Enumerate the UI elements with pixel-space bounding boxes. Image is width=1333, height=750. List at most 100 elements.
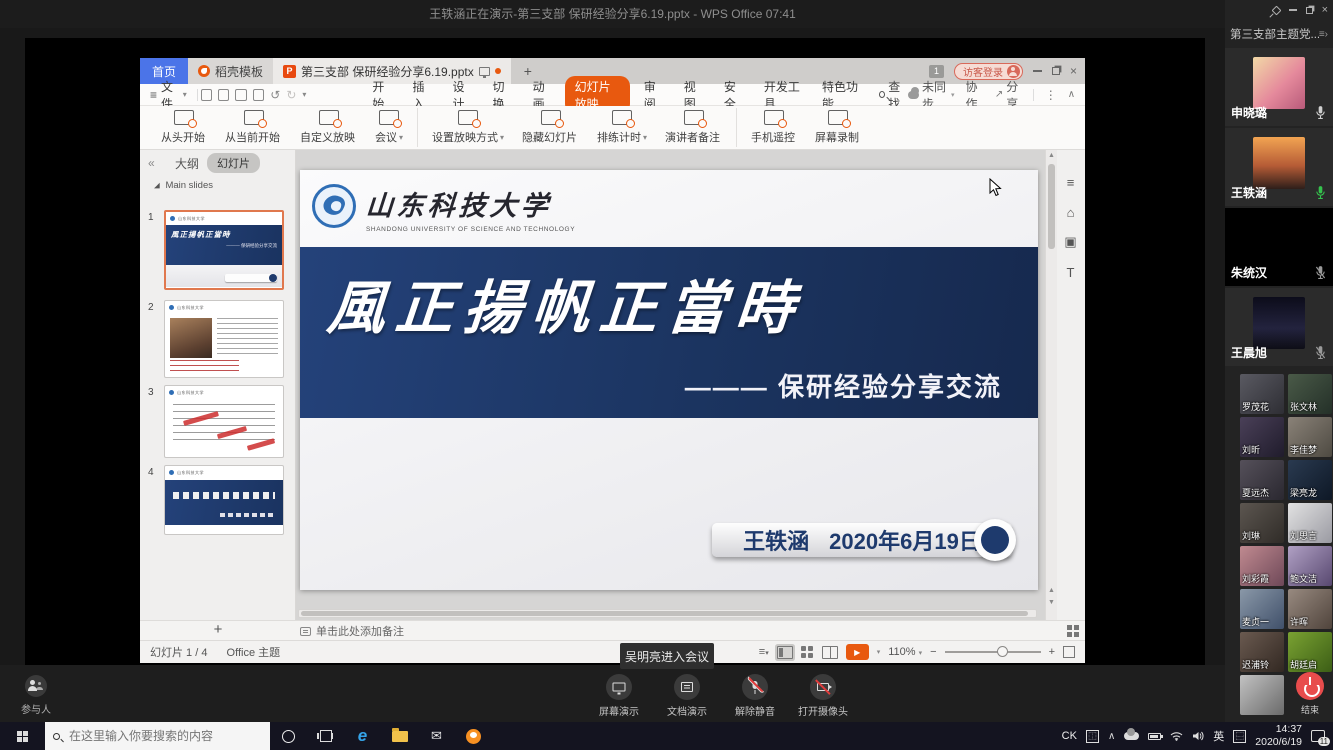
pane-layers-icon[interactable]: ▣ <box>1060 232 1081 252</box>
end-meeting-button[interactable]: 结束 <box>1288 672 1332 716</box>
participant-tile-small[interactable]: 刘琳 <box>1240 503 1284 543</box>
ribbon-button[interactable]: 从头开始 <box>152 108 216 147</box>
participant-tile[interactable]: 王轶涵 <box>1225 128 1333 206</box>
participant-tile[interactable]: 申晓璐 <box>1225 48 1333 126</box>
ribbon-button[interactable]: 从当前开始 <box>216 108 291 147</box>
notes-placeholder-area[interactable]: 单击此处添加备注 <box>300 621 404 641</box>
slide-thumbnail-4[interactable]: 4 山东科技大学 <box>164 465 284 535</box>
participant-tile-small[interactable]: 胡廷启 <box>1288 632 1332 672</box>
pane-text-icon[interactable]: T <box>1060 262 1081 282</box>
participant-tile-small[interactable]: 梁亮龙 <box>1288 460 1332 500</box>
scroll-up-icon[interactable]: ▲ <box>1046 152 1057 159</box>
zoom-level[interactable]: 110% ▾ <box>888 646 922 658</box>
ribbon-button[interactable]: 会议▾ <box>366 108 412 147</box>
undo-icon[interactable]: ↺ <box>270 88 280 102</box>
minimize-icon[interactable] <box>1033 70 1042 72</box>
volume-icon[interactable] <box>1192 731 1204 741</box>
ribbon-button[interactable]: 手机遥控 <box>736 108 806 147</box>
prev-slide-icon[interactable]: ▲ <box>1046 587 1057 594</box>
participant-tile[interactable]: 王晨旭 <box>1225 288 1333 366</box>
add-slide-button[interactable]: + <box>140 621 296 641</box>
fit-to-window-icon[interactable] <box>1063 646 1075 658</box>
zoom-in-button[interactable]: + <box>1049 646 1055 658</box>
start-button[interactable] <box>0 731 45 742</box>
collapse-list-icon[interactable]: ≡› <box>1319 29 1328 40</box>
battery-icon[interactable] <box>1148 733 1161 740</box>
participant-tile-small[interactable]: 李佳梦 <box>1288 417 1332 457</box>
meeting-control-button[interactable]: 打开摄像头 <box>796 674 850 718</box>
sidebar-restore-icon[interactable] <box>1306 7 1313 14</box>
slide-thumbnail-1[interactable]: 1 山东科技大学 風正揚帆正當時 ——— 保研经验分享交流 <box>164 210 284 290</box>
view-sorter-icon[interactable] <box>801 646 806 651</box>
zoom-slider-knob[interactable] <box>997 646 1008 657</box>
meeting-control-button[interactable]: 文档演示 <box>660 674 714 718</box>
next-slide-icon[interactable]: ▼ <box>1046 599 1057 606</box>
notes-toggle-icon[interactable]: ≡▾ <box>759 646 769 658</box>
redo-icon[interactable]: ↻ <box>286 88 296 102</box>
collapse-ribbon-icon[interactable]: ∧ <box>1068 89 1075 100</box>
participant-tile-small[interactable]: 刘彩霞 <box>1240 546 1284 586</box>
participant-tile-small[interactable]: 张文林 <box>1288 374 1332 414</box>
play-slideshow-button[interactable]: ▶ <box>846 644 869 660</box>
collapse-panel-icon[interactable]: « <box>148 156 155 170</box>
notification-center-icon[interactable]: 11 <box>1311 730 1325 742</box>
wifi-icon[interactable] <box>1170 731 1183 741</box>
participant-tile-small[interactable] <box>1240 675 1284 715</box>
view-normal-icon[interactable] <box>777 646 793 659</box>
ime-grid-icon[interactable]: ⿰ <box>1086 730 1099 743</box>
ribbon-button[interactable]: 演讲者备注 <box>656 108 731 147</box>
more-options-icon[interactable]: ⋮ <box>1045 88 1057 102</box>
ribbon-button[interactable]: 屏幕录制 <box>806 108 870 147</box>
ime-mode-icon[interactable]: ⿱ <box>1233 730 1246 743</box>
close-icon[interactable]: × <box>1070 65 1077 77</box>
zoom-out-button[interactable]: − <box>930 646 936 658</box>
meeting-control-button[interactable]: 屏幕演示 <box>592 674 646 718</box>
sidebar-minimize-icon[interactable] <box>1289 9 1297 10</box>
horizontal-scrollbar[interactable] <box>298 609 1037 618</box>
pane-design-icon[interactable]: ⌂ <box>1060 202 1081 222</box>
window-count-badge[interactable]: 1 <box>929 65 944 78</box>
participant-tile-small[interactable]: 迟浦铃 <box>1240 632 1284 672</box>
qq-button[interactable] <box>455 722 492 750</box>
zoom-slider[interactable] <box>945 646 1041 658</box>
tab-slides[interactable]: 幻灯片 <box>207 153 260 173</box>
ribbon-button[interactable]: 设置放映方式▾ <box>417 108 513 147</box>
ribbon-button[interactable]: 隐藏幻灯片 <box>513 108 588 147</box>
file-explorer-button[interactable] <box>381 722 418 750</box>
meeting-control-button[interactable]: 解除静音 <box>728 674 782 718</box>
play-options-icon[interactable]: ▾ <box>877 648 881 656</box>
view-reading-icon[interactable] <box>822 646 838 659</box>
cloud-tray-icon[interactable] <box>1124 732 1139 740</box>
ime-ck-indicator[interactable]: CK <box>1062 730 1077 742</box>
ime-lang-indicator[interactable]: 英 <box>1213 728 1224 744</box>
thumbnail-grid-icon[interactable] <box>1067 625 1072 630</box>
ribbon-button[interactable]: 自定义放映 <box>291 108 366 147</box>
hidden-icons-chevron[interactable]: ∧ <box>1108 731 1115 742</box>
participant-tile-small[interactable]: 刘昕 <box>1240 417 1284 457</box>
participant-tile-small[interactable]: 鲍文洁 <box>1288 546 1332 586</box>
participants-button[interactable]: 参与人 <box>10 675 62 716</box>
clock[interactable]: 14:37 2020/6/19 <box>1255 723 1302 749</box>
sidebar-close-icon[interactable]: × <box>1322 4 1328 16</box>
participant-tile-small[interactable]: 罗茂花 <box>1240 374 1284 414</box>
participant-tile[interactable]: 朱统汉 <box>1225 208 1333 286</box>
cortana-button[interactable] <box>270 722 307 750</box>
participant-tile-small[interactable]: 夏远杰 <box>1240 460 1284 500</box>
slide-canvas[interactable]: 山东科技大学 SHANDONG UNIVERSITY OF SCIENCE AN… <box>296 150 1045 620</box>
save-icon[interactable] <box>201 89 212 101</box>
print-preview-icon[interactable] <box>253 89 264 101</box>
vertical-scrollbar[interactable]: ▲ ▲ ▼ <box>1046 150 1057 620</box>
participant-tile-small[interactable]: 麦贞一 <box>1240 589 1284 629</box>
ribbon-button[interactable]: 排练计时▾ <box>588 108 656 147</box>
edge-button[interactable]: e <box>344 722 381 750</box>
slide-thumbnail-2[interactable]: 2 山东科技大学 <box>164 300 284 378</box>
task-view-button[interactable] <box>307 722 344 750</box>
export-icon[interactable] <box>218 89 229 101</box>
restore-icon[interactable] <box>1052 67 1060 75</box>
pane-properties-icon[interactable]: ≡ <box>1060 172 1081 192</box>
mail-button[interactable]: ✉ <box>418 722 455 750</box>
slide-thumbnail-3[interactable]: 3 山东科技大学 <box>164 385 284 458</box>
taskbar-search[interactable] <box>45 722 270 750</box>
participant-tile-small[interactable]: 刘思言 <box>1288 503 1332 543</box>
pin-icon[interactable] <box>1271 5 1281 15</box>
